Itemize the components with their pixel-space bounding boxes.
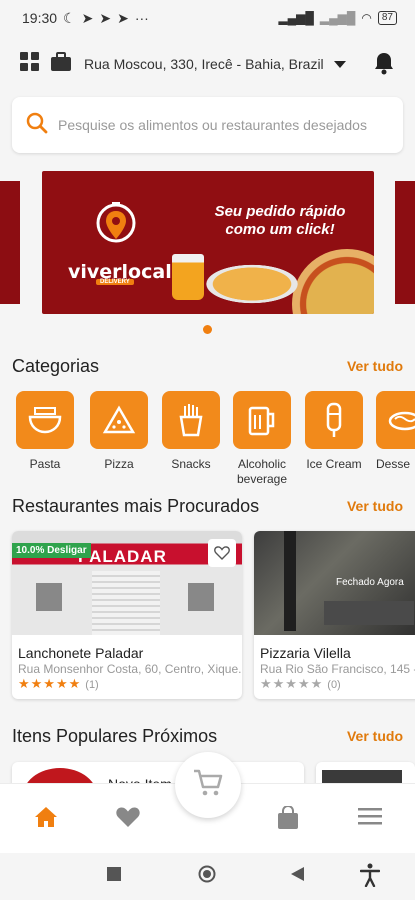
status-bar: 19:30 ☾ ➤ ➤ ➤ ··· ▂▄▆█ ▂▄▆█ ◠ 87 [0,0,415,36]
shop-window [36,583,62,611]
category-label: Ice Cream [306,457,362,471]
system-navigation [0,853,415,900]
restaurant-address: Rua Rio São Francisco, 145 - R [260,662,415,676]
ice-cream-icon [305,391,363,449]
telegram-icon: ➤ [99,9,112,26]
home-button-icon[interactable] [198,865,216,888]
back-icon[interactable] [291,867,305,886]
accessibility-icon[interactable] [359,863,381,892]
rating-stars: ★★★★★ (0) [260,676,341,692]
more-icon: ··· [134,10,149,26]
cart-button[interactable] [175,752,241,818]
shopping-bag-icon[interactable] [277,805,299,835]
rating-stars: ★★★★★ (1) [18,676,99,692]
category-dessert[interactable]: Desse [376,391,415,472]
signal-icon: ▂▄▆█ [319,11,356,25]
menu-icon[interactable] [358,806,382,831]
category-pasta[interactable]: Pasta [16,391,74,472]
star-icon: ★★★★★ [18,676,82,691]
restaurants-title: Restaurantes mais Procurados [12,496,260,516]
pizza-image [292,249,374,314]
restaurant-address: Rua Monsenhor Costa, 60, Centro, Xique..… [18,662,242,676]
search-bar[interactable] [12,97,403,153]
popular-see-all[interactable]: Ver tudo [347,728,403,744]
heart-icon[interactable] [208,539,236,567]
review-count: (1) [85,679,99,691]
pizza-icon [90,391,148,449]
category-label: Pasta [29,457,61,471]
category-label: Alcoholic beverage [236,457,288,486]
telegram-icon: ➤ [117,9,129,26]
restaurant-name: Pizzaria Vilella [260,645,351,661]
header: Rua Moscou, 330, Irecê - Bahia, Brazil [0,36,415,92]
category-label: Desse [376,457,411,471]
signal-icon: ▂▄▆█ [278,11,314,25]
telegram-icon: ➤ [81,9,94,26]
wifi-icon: ◠ [361,11,372,25]
popular-title: Itens Populares Próximos [12,726,218,746]
moon-icon: ☾ [63,9,76,26]
star-icon: ★★★★★ [260,676,324,691]
banner-next[interactable] [395,181,415,304]
category-ice-cream[interactable]: Ice Cream [305,391,363,472]
cart-icon [193,769,223,802]
carousel-indicator[interactable] [203,325,212,334]
categories-see-all[interactable]: Ver tudo [347,358,403,374]
briefcase-icon[interactable] [50,51,72,77]
closed-status: Fechado Agora [336,577,404,588]
category-label: Snacks [171,457,211,471]
tree-shape [284,531,296,631]
restaurant-name: Lanchonete Paladar [18,645,144,661]
restaurant-sign: PALADAR [78,547,167,566]
brand-sub: DELIVERY [96,279,134,285]
recents-icon[interactable] [107,867,121,886]
chevron-down-icon[interactable] [333,60,346,68]
banner-prev[interactable] [0,181,20,304]
bell-icon[interactable] [373,51,395,80]
shop-window [188,583,214,611]
discount-badge: 10.0% Desligar [12,543,91,558]
restaurant-card[interactable]: Fechado Agora Pizzaria Vilella Rua Rio S… [254,531,415,699]
fries-image [202,263,302,305]
home-icon[interactable] [34,806,58,833]
clock: 19:30 [22,10,58,26]
grid-menu-icon[interactable] [20,51,40,77]
banner-slide[interactable]: viverlocal DELIVERY Seu pedido rápido co… [42,171,374,314]
category-label: Pizza [104,457,134,471]
fries-icon [162,391,220,449]
heart-icon[interactable] [115,806,141,833]
beer-image [172,254,204,300]
category-pizza[interactable]: Pizza [90,391,148,472]
battery-icon: 87 [377,11,397,25]
search-icon [26,112,48,139]
banner-tagline: Seu pedido rápido como um click! [214,203,346,238]
categories-list: Pasta Pizza Snacks Alcoholic beverage Ic… [16,391,415,491]
dessert-icon [376,391,415,449]
categories-title: Categorias [12,356,100,376]
search-input[interactable] [58,117,378,133]
location-pin-icon [96,202,136,243]
category-alcoholic-beverage[interactable]: Alcoholic beverage [233,391,291,487]
shop-door [92,571,160,635]
table-shape [324,601,414,625]
restaurant-card[interactable]: PALADAR 10.0% Desligar Lanchonete Palada… [12,531,242,699]
review-count: (0) [327,679,341,691]
category-snacks[interactable]: Snacks [162,391,220,472]
restaurants-see-all[interactable]: Ver tudo [347,498,403,514]
beer-icon [233,391,291,449]
banner-carousel[interactable]: viverlocal DELIVERY Seu pedido rápido co… [0,171,415,314]
bowl-icon [16,391,74,449]
address-selector[interactable]: Rua Moscou, 330, Irecê - Bahia, Brazil [84,56,324,72]
